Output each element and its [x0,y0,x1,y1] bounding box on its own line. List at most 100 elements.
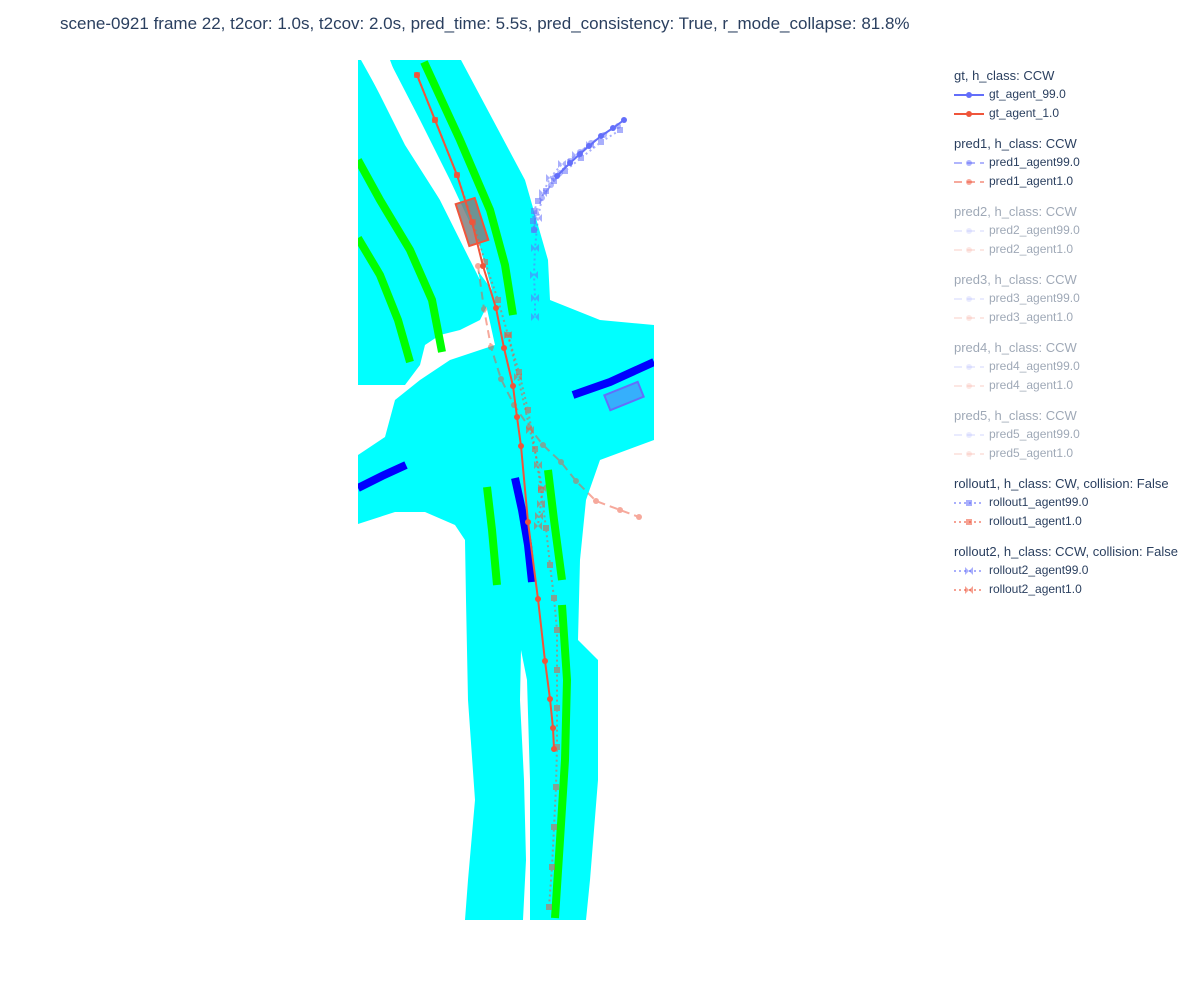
legend-swatch [954,246,984,253]
legend-group: rollout1, h_class: CW, collision: False r… [954,474,1194,531]
data-point [554,627,560,633]
legend-swatch-marker [965,566,973,575]
legend-item-label: pred3_agent99.0 [989,291,1080,305]
legend-item[interactable]: pred3_agent1.0 [954,308,1194,327]
data-point [535,198,541,204]
data-point [547,562,553,568]
legend-group: pred5, h_class: CCW pred5_agent99.0 pred5_… [954,406,1194,463]
data-point [518,443,524,449]
legend-swatch-marker [966,295,972,302]
legend-swatch [954,585,984,594]
data-point [511,402,517,408]
legend-item[interactable]: pred4_agent1.0 [954,376,1194,395]
legend-item[interactable]: pred5_agent99.0 [954,425,1194,444]
data-point [554,667,560,673]
legend-swatch [954,382,984,389]
legend-item[interactable]: pred4_agent99.0 [954,357,1194,376]
legend-group: pred2, h_class: CCW pred2_agent99.0 pred2_… [954,202,1194,259]
legend-group-title: pred5, h_class: CCW [954,408,1077,423]
data-point [514,414,520,420]
data-point [558,459,564,465]
data-point [554,744,560,750]
data-point [495,297,501,303]
legend-swatch [954,450,984,457]
data-point [551,824,557,830]
legend-swatch-marker [966,431,972,438]
data-point [525,519,531,525]
legend-group-title: pred2, h_class: CCW [954,204,1077,219]
data-point [617,127,623,133]
legend-swatch [954,363,984,370]
data-point [593,498,599,504]
legend-swatch-marker [965,585,973,594]
legend-item-label: rollout2_agent99.0 [989,563,1089,577]
legend-item-label: pred5_agent99.0 [989,427,1080,441]
legend-item[interactable]: pred3_agent99.0 [954,289,1194,308]
legend-item[interactable]: pred5_agent1.0 [954,444,1194,463]
data-point [481,306,487,312]
legend-group: rollout2, h_class: CCW, collision: False… [954,542,1194,599]
legend-group: pred4, h_class: CCW pred4_agent99.0 pred4_… [954,338,1194,395]
data-point [550,725,556,731]
legend-swatch-marker [966,363,972,370]
legend-item[interactable]: pred1_agent1.0 [954,172,1194,191]
legend-swatch [954,566,984,575]
legend-swatch-marker [966,382,972,389]
legend-swatch [954,431,984,438]
legend-item-label: pred2_agent1.0 [989,242,1074,256]
data-point [498,376,504,382]
data-point [543,525,549,531]
data-point [470,219,476,225]
legend-item[interactable]: pred1_agent99.0 [954,153,1194,172]
legend-item[interactable]: pred2_agent99.0 [954,221,1194,240]
legend-item[interactable]: rollout2_agent1.0 [954,580,1194,599]
data-point [549,864,555,870]
data-point [598,139,604,145]
legend-item-label: rollout1_agent1.0 [989,514,1082,528]
legend-item-label: gt_agent_1.0 [989,106,1060,120]
legend-item[interactable]: gt_agent_99.0 [954,85,1194,104]
legend-item-label: pred3_agent1.0 [989,310,1074,324]
legend-item-label: pred4_agent99.0 [989,359,1080,373]
data-point [562,168,568,174]
data-point [482,259,488,265]
legend-item-label: pred5_agent1.0 [989,446,1074,460]
data-point [531,208,537,214]
legend-group-title: gt, h_class: CCW [954,68,1055,83]
legend-item[interactable]: rollout1_agent1.0 [954,512,1194,531]
drivable-area [358,60,654,920]
legend-swatch-marker [966,110,972,117]
data-point [475,263,481,269]
data-point [573,478,579,484]
series-rollout1_agent99.0 [530,127,623,233]
legend-group: pred1, h_class: CCW pred1_agent99.0 pred1_… [954,134,1194,191]
data-point [488,344,494,350]
legend-item[interactable]: rollout1_agent99.0 [954,493,1194,512]
legend-item-label: rollout2_agent1.0 [989,582,1082,596]
legend-item[interactable]: rollout2_agent99.0 [954,561,1194,580]
legend-item[interactable]: gt_agent_1.0 [954,104,1194,123]
data-point [553,784,559,790]
data-point [547,696,553,702]
legend-item-label: rollout1_agent99.0 [989,495,1089,509]
legend-swatch [954,499,984,506]
legend-item-label: pred2_agent99.0 [989,223,1080,237]
legend-swatch [954,295,984,302]
legend-item-label: pred4_agent1.0 [989,378,1074,392]
legend-swatch [954,314,984,321]
data-point [636,514,642,520]
legend-item-label: pred1_agent1.0 [989,174,1074,188]
legend-group: pred3, h_class: CCW pred3_agent99.0 pred3_… [954,270,1194,327]
legend-group-title: rollout2, h_class: CCW, collision: False [954,544,1178,559]
legend-item[interactable]: pred2_agent1.0 [954,240,1194,259]
legend-group-title: pred3, h_class: CCW [954,272,1077,287]
legend-item-label: pred1_agent99.0 [989,155,1080,169]
data-point [551,595,557,601]
legend-group-title: rollout1, h_class: CW, collision: False [954,476,1169,491]
legend-group-title: pred1, h_class: CCW [954,136,1077,151]
legend-swatch-marker [966,91,972,98]
legend-swatch [954,227,984,234]
data-point [546,904,552,910]
data-point [532,446,538,452]
data-point [432,117,438,123]
